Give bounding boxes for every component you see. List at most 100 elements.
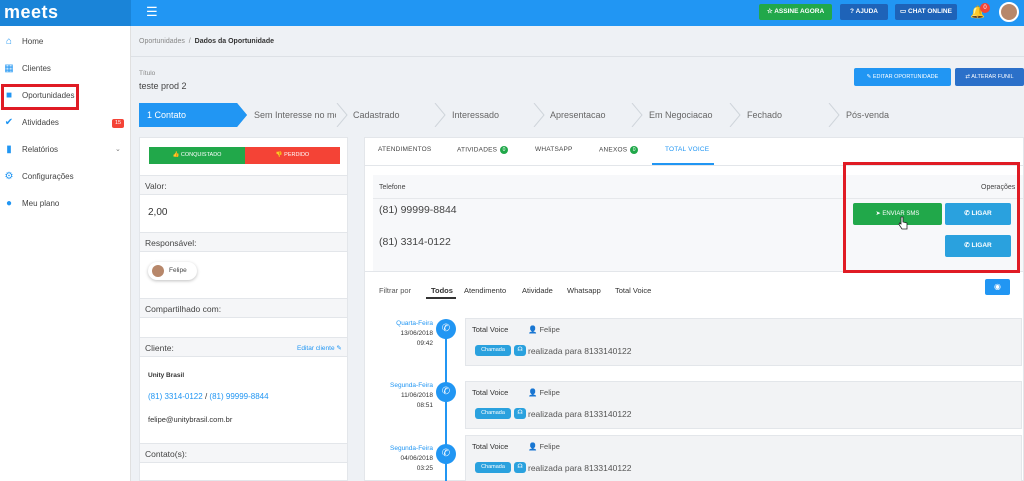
chevron-down-icon: ⌄ bbox=[115, 146, 121, 153]
breadcrumb: Oportunidades / Dados da Oportunidade bbox=[139, 38, 274, 45]
tab-anexos[interactable]: ANEXOS 0 bbox=[599, 146, 639, 154]
anexos-tab-badge: 0 bbox=[630, 146, 639, 154]
sidebar-item-label: Atividades bbox=[22, 118, 59, 127]
responsavel-name: Felipe bbox=[169, 267, 187, 274]
sidebar-item-atividades[interactable]: ✔ Atividades 15 bbox=[0, 113, 131, 133]
phone-icon: ✆ bbox=[436, 319, 456, 339]
cliente-phones: (81) 3314-0122 / (81) 99999-8844 bbox=[148, 392, 269, 401]
chamada-badge: Chamada bbox=[475, 462, 511, 473]
responsavel-chip[interactable]: Felipe bbox=[148, 262, 197, 280]
logo[interactable]: meets bbox=[0, 0, 131, 26]
cliente-phone-1[interactable]: (81) 3314-0122 bbox=[148, 392, 203, 401]
sidebar-item-clientes[interactable]: ▦ Clientes bbox=[0, 59, 131, 79]
sidebar-item-label: Home bbox=[22, 37, 44, 46]
compartilhado-label: Compartilhado com: bbox=[140, 298, 347, 318]
valor-label: Valor: bbox=[140, 175, 347, 195]
telefone-label: Telefone bbox=[379, 184, 406, 191]
page-title: teste prod 2 bbox=[139, 81, 187, 91]
responsavel-label: Responsável: bbox=[140, 232, 347, 252]
timeline-date: Segunda-Feira 04/06/2018 03:25 bbox=[390, 445, 433, 472]
tab-total-voice[interactable]: TOTAL VOICE bbox=[665, 146, 709, 153]
phone-number-2: (81) 3314-0122 bbox=[379, 236, 451, 248]
headset-icon: ☊ bbox=[514, 345, 526, 356]
filter-atendimento[interactable]: Atendimento bbox=[464, 286, 506, 295]
sidebar-item-relatorios[interactable]: ▮ Relatórios ⌄ bbox=[0, 140, 131, 160]
timeline-source: Total Voice bbox=[472, 442, 509, 451]
chamada-badge: Chamada bbox=[475, 408, 511, 419]
stage-1-contato[interactable]: 1 Contato bbox=[147, 103, 235, 127]
user-icon: ● bbox=[5, 198, 13, 209]
atividades-badge: 15 bbox=[112, 119, 124, 128]
contatos-label: Contato(s): bbox=[140, 443, 347, 463]
tab-whatsapp[interactable]: WHATSAPP bbox=[535, 146, 573, 153]
timeline-user: 👤 Felipe bbox=[528, 388, 560, 397]
stage-pos-venda[interactable]: Pós-venda bbox=[846, 103, 926, 127]
timeline-date: Quarta-Feira 13/06/2018 09:42 bbox=[396, 320, 433, 347]
alterar-funil-button[interactable]: ⇄ ALTERAR FUNIL bbox=[955, 68, 1024, 86]
timeline-date: Segunda-Feira 11/06/2018 08:51 bbox=[390, 382, 433, 409]
filter-total-voice[interactable]: Total Voice bbox=[615, 286, 651, 295]
building-icon: ▦ bbox=[4, 63, 14, 74]
sidebar-item-label: Configurações bbox=[22, 172, 74, 181]
timeline-item: Total Voice 👤 Felipe Chamada ☊ realizada… bbox=[465, 381, 1022, 429]
timeline-user: 👤 Felipe bbox=[528, 442, 560, 451]
chamada-badge: Chamada bbox=[475, 345, 511, 356]
breadcrumb-parent[interactable]: Oportunidades bbox=[139, 38, 185, 45]
avatar[interactable] bbox=[999, 2, 1019, 22]
perdido-button[interactable]: 👎 PERDIDO bbox=[245, 147, 340, 164]
filter-whatsapp[interactable]: Whatsapp bbox=[567, 286, 601, 295]
opportunity-details-panel: 👍 CONQUISTADO 👎 PERDIDO Valor: 2,00 Resp… bbox=[139, 137, 348, 481]
timeline-item: Total Voice 👤 Felipe Chamada ☊ realizada… bbox=[465, 318, 1022, 366]
assine-agora-button[interactable]: ☆ ASSINE AGORA bbox=[759, 4, 832, 20]
cliente-phone-2[interactable]: (81) 99999-8844 bbox=[209, 392, 268, 401]
sidebar-item-meu-plano[interactable]: ● Meu plano bbox=[0, 194, 131, 214]
tab-atividades[interactable]: ATIVIDADES 0 bbox=[457, 146, 509, 154]
highlight-box-oportunidades bbox=[1, 84, 79, 110]
highlight-box-operacoes bbox=[843, 162, 1020, 273]
hand-cursor-icon bbox=[898, 216, 908, 230]
timeline-description: realizada para 8133140122 bbox=[528, 463, 632, 473]
sidebar-item-home[interactable]: ⌂ Home bbox=[0, 32, 131, 52]
phone-number-1: (81) 99999-8844 bbox=[379, 204, 457, 216]
stage-cadastrado[interactable]: Cadastrado bbox=[353, 103, 433, 127]
filter-todos[interactable]: Todos bbox=[431, 286, 453, 295]
phone-icon: ✆ bbox=[436, 382, 456, 402]
timeline-item: Total Voice 👤 Felipe Chamada ☊ realizada… bbox=[465, 435, 1022, 481]
ajuda-button[interactable]: ? AJUDA bbox=[840, 4, 888, 20]
avatar bbox=[152, 265, 164, 277]
headset-icon: ☊ bbox=[514, 462, 526, 473]
stage-apresentacao[interactable]: Apresentacao bbox=[550, 103, 630, 127]
editar-cliente-link[interactable]: Editar cliente ✎ bbox=[297, 344, 342, 352]
sidebar-item-label: Clientes bbox=[22, 64, 51, 73]
stage-interessado[interactable]: Interessado bbox=[452, 103, 532, 127]
editar-oportunidade-button[interactable]: ✎ EDITAR OPORTUNIDADE bbox=[854, 68, 951, 86]
valor-value: 2,00 bbox=[148, 207, 168, 218]
eye-icon[interactable]: ◉ bbox=[985, 279, 1010, 295]
cliente-email: felipe@unitybrasil.com.br bbox=[148, 415, 233, 424]
pipeline-stages: 1 Contato Sem Interesse no mo Cadastrado… bbox=[139, 103, 1024, 127]
filter-atividade[interactable]: Atividade bbox=[522, 286, 553, 295]
timeline-user: 👤 Felipe bbox=[528, 325, 560, 334]
sidebar-item-label: Relatórios bbox=[22, 145, 59, 154]
timeline-source: Total Voice bbox=[472, 388, 509, 397]
conquistado-button[interactable]: 👍 CONQUISTADO bbox=[149, 147, 245, 164]
gear-icon: ⚙ bbox=[4, 171, 14, 182]
menu-icon[interactable]: ☰ bbox=[146, 4, 158, 20]
stage-fechado[interactable]: Fechado bbox=[747, 103, 827, 127]
stage-em-negociacao[interactable]: Em Negociacao bbox=[649, 103, 729, 127]
chat-online-button[interactable]: ▭ CHAT ONLINE bbox=[895, 4, 957, 20]
active-filter-indicator bbox=[426, 297, 456, 299]
bar-chart-icon: ▮ bbox=[6, 144, 12, 155]
top-bar: meets ☰ ☆ ASSINE AGORA ? AJUDA ▭ CHAT ON… bbox=[0, 0, 1024, 26]
timeline-source: Total Voice bbox=[472, 325, 509, 334]
tab-atendimentos[interactable]: ATENDIMENTOS bbox=[378, 146, 431, 153]
home-icon: ⌂ bbox=[5, 36, 13, 47]
timeline-description: realizada para 8133140122 bbox=[528, 346, 632, 356]
filter-label: Filtrar por bbox=[379, 286, 412, 295]
stage-sem-interesse[interactable]: Sem Interesse no mo bbox=[254, 103, 336, 127]
breadcrumb-current: Dados da Oportunidade bbox=[194, 38, 274, 45]
sidebar-item-configuracoes[interactable]: ⚙ Configurações bbox=[0, 167, 131, 187]
title-label: Título bbox=[139, 70, 156, 77]
phone-separator: / bbox=[204, 392, 208, 401]
atividades-tab-badge: 0 bbox=[500, 146, 509, 154]
